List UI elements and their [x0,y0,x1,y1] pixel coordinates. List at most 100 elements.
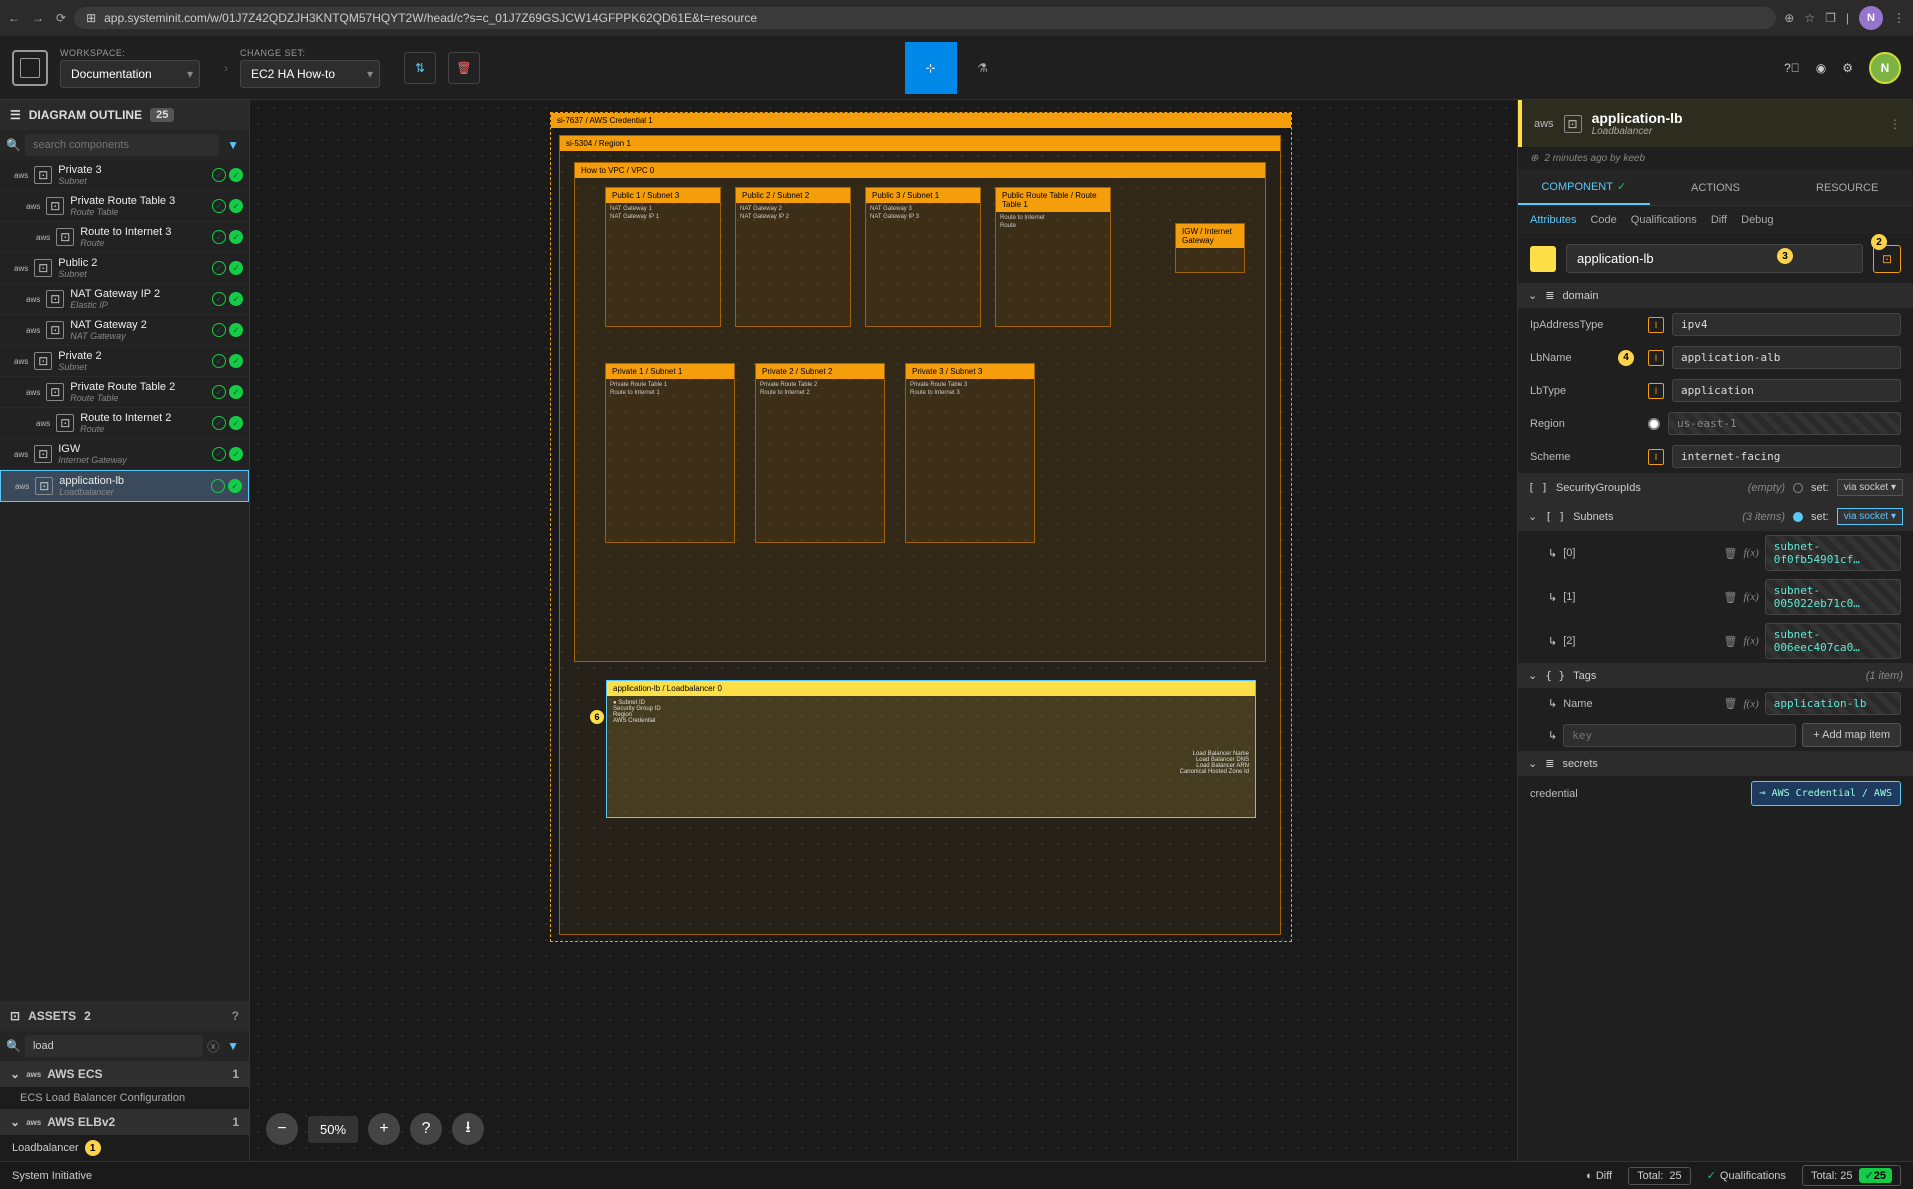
component-public-rt[interactable]: Public Route Table / Route Table 1Route … [995,187,1111,327]
credential-value[interactable]: ⊸ AWS Credential / AWS [1751,781,1901,806]
asset-item-loadbalancer[interactable]: Loadbalancer 1 [0,1135,249,1161]
app-logo[interactable] [12,50,48,86]
qualifications-label[interactable]: ✓Qualifications [1707,1169,1786,1182]
component-region[interactable]: si-5304 / Region 1 How to VPC / VPC 0 Pu… [559,135,1281,935]
delete-item-icon[interactable]: 🗑 [1724,591,1738,604]
download-button[interactable]: ⭳ [452,1113,484,1145]
outline-item[interactable]: aws ⊡ Private Route Table 3Route Table ✓… [0,191,249,222]
outline-item[interactable]: aws ⊡ Route to Internet 2Route ✓✓ [0,408,249,439]
component-public3[interactable]: Public 3 / Subnet 1NAT Gateway 3NAT Gate… [865,187,981,327]
outline-item[interactable]: aws ⊡ NAT Gateway 2NAT Gateway ✓✓ [0,315,249,346]
zoom-out-button[interactable]: − [266,1113,298,1145]
password-icon[interactable]: ⊕ [1784,11,1794,25]
settings-icon[interactable]: ⚙ [1842,61,1853,75]
delete-item-icon[interactable]: 🗑 [1724,697,1738,710]
filter-icon[interactable]: ▼ [223,1039,243,1053]
fx-icon[interactable]: f(x) [1743,635,1758,647]
fx-icon[interactable]: f(x) [1743,547,1758,559]
filter-icon[interactable]: ▼ [223,138,243,152]
diagram-tab[interactable]: ⊹ [905,42,957,94]
lab-tab[interactable]: ⚗ [957,42,1009,94]
help-icon[interactable]: ?⃝ [1784,61,1800,75]
diff-toggle[interactable]: ◐ Diff [1586,1170,1612,1182]
subtab-diff[interactable]: Diff [1711,214,1727,226]
section-tags[interactable]: ⌄ { } Tags (1 item) [1518,663,1913,688]
add-map-item-button[interactable]: + Add map item [1802,723,1901,747]
status-ok-icon: ✓ [212,385,226,399]
assets-help-icon[interactable]: ? [232,1009,239,1023]
section-securitygroupids[interactable]: [ ] SecurityGroupIds (empty) set: via so… [1518,473,1913,502]
color-swatch[interactable] [1530,246,1556,272]
diagram-canvas[interactable]: si-7637 / AWS Credential 1 si-5304 / Reg… [250,100,1517,1161]
subtab-qualifications[interactable]: Qualifications [1631,214,1697,226]
outline-item[interactable]: aws ⊡ Route to Internet 3Route ✓✓ [0,222,249,253]
star-icon[interactable]: ☆ [1804,11,1815,25]
component-private3[interactable]: Private 3 / Subnet 3Private Route Table … [905,363,1035,543]
fx-icon[interactable]: f(x) [1743,698,1758,710]
extensions-icon[interactable]: ❐ [1825,11,1836,25]
merge-button[interactable]: ⇅ [404,52,436,84]
assets-count: 2 [84,1009,91,1023]
outline-item[interactable]: aws ⊡ IGWInternet Gateway ✓✓ [0,439,249,470]
subtab-code[interactable]: Code [1590,214,1616,226]
component-name-input[interactable] [1566,244,1863,273]
url-bar[interactable]: ⊞ app.systeminit.com/w/01J7Z42QDZJH3KNTQ… [74,7,1776,29]
discord-icon[interactable]: ◉ [1816,61,1826,75]
tab-actions[interactable]: ACTIONS [1650,170,1782,205]
browser-avatar[interactable]: N [1859,6,1883,30]
changeset-select[interactable]: EC2 HA How-to [240,60,380,88]
component-public1[interactable]: Public 1 / Subnet 3NAT Gateway 1NAT Gate… [605,187,721,327]
asset-group-ecs[interactable]: ⌄ aws AWS ECS 1 [0,1061,249,1087]
tag-key-input[interactable] [1563,724,1796,747]
set-source-select[interactable]: via socket ▾ [1837,479,1903,496]
prop-scheme[interactable]: internet-facing [1672,445,1901,468]
outline-item[interactable]: aws ⊡ Private 2Subnet ✓✓ [0,346,249,377]
clear-search-icon[interactable]: ⓧ [207,1038,219,1055]
asset-group-elbv2[interactable]: ⌄ aws AWS ELBv2 1 [0,1109,249,1135]
component-root[interactable]: si-7637 / AWS Credential 1 si-5304 / Reg… [550,112,1292,942]
subtab-debug[interactable]: Debug [1741,214,1773,226]
section-secrets[interactable]: ⌄ ≣ secrets [1518,751,1913,776]
canvas-help-button[interactable]: ? [410,1113,442,1145]
component-vpc[interactable]: How to VPC / VPC 0 Public 1 / Subnet 3NA… [574,162,1266,662]
delete-item-icon[interactable]: 🗑 [1724,547,1738,560]
component-public2[interactable]: Public 2 / Subnet 2NAT Gateway 2NAT Gate… [735,187,851,327]
prop-lbname[interactable]: application-alb [1672,346,1901,369]
zoom-in-button[interactable]: + [368,1113,400,1145]
component-application-lb[interactable]: application-lb / Loadbalancer 0 ● Subnet… [606,680,1256,818]
more-icon[interactable]: ⋮ [1889,117,1901,131]
set-radio[interactable] [1793,483,1803,493]
fx-icon[interactable]: f(x) [1743,591,1758,603]
component-private1[interactable]: Private 1 / Subnet 1Private Route Table … [605,363,735,543]
prop-label: IpAddressType [1530,319,1640,331]
forward-icon[interactable]: → [32,11,44,25]
subtab-attributes[interactable]: Attributes [1530,214,1576,226]
assets-search-input[interactable] [25,1035,203,1057]
section-domain[interactable]: ⌄ ≣ domain [1518,283,1913,308]
component-igw[interactable]: IGW / Internet Gateway [1175,223,1245,273]
outline-item[interactable]: aws ⊡ Public 2Subnet ✓✓ [0,253,249,284]
tab-resource[interactable]: RESOURCE [1781,170,1913,205]
menu-icon[interactable]: ⋮ [1893,11,1905,25]
back-icon[interactable]: ← [8,11,20,25]
outline-search-input[interactable] [25,134,219,156]
set-source-select[interactable]: via socket ▾ [1837,508,1903,525]
outline-item[interactable]: aws ⊡ Private 3Subnet ✓✓ [0,160,249,191]
prop-ipaddresstype[interactable]: ipv4 [1672,313,1901,336]
reload-icon[interactable]: ⟳ [56,11,66,25]
workspace-select[interactable]: Documentation [60,60,200,88]
zoom-level[interactable]: 50% [308,1116,358,1143]
component-private2[interactable]: Private 2 / Subnet 2Private Route Table … [755,363,885,543]
delete-item-icon[interactable]: 🗑 [1724,635,1738,648]
prop-lbtype[interactable]: application [1672,379,1901,402]
asset-item[interactable]: ECS Load Balancer Configuration [0,1087,249,1109]
section-subnets[interactable]: ⌄ [ ] Subnets (3 items) set: via socket … [1518,502,1913,531]
user-avatar[interactable]: N [1869,52,1901,84]
outline-item[interactable]: aws ⊡ Private Route Table 2Route Table ✓… [0,377,249,408]
tab-component[interactable]: COMPONENT✓ [1518,170,1650,205]
subnet-value: subnet-005022eb71c0… [1765,579,1901,615]
outline-item[interactable]: aws ⊡ NAT Gateway IP 2Elastic IP ✓✓ [0,284,249,315]
delete-changeset-button[interactable]: 🗑 [448,52,480,84]
outline-item[interactable]: aws ⊡ application-lbLoadbalancer ✓✓ [0,470,249,502]
set-radio[interactable] [1793,512,1803,522]
